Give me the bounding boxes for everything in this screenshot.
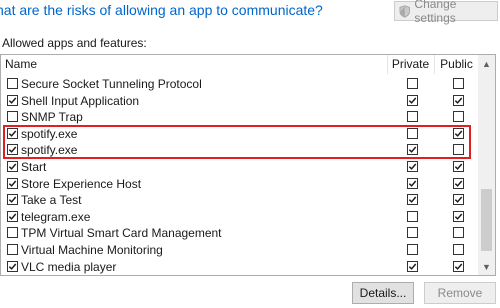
public-checkbox[interactable] <box>453 161 464 172</box>
enabled-checkbox[interactable] <box>7 94 18 106</box>
public-checkbox[interactable] <box>453 144 464 156</box>
public-checkbox[interactable] <box>453 94 464 106</box>
private-checkbox[interactable] <box>407 227 418 239</box>
table-row[interactable]: telegram.exe <box>1 209 479 225</box>
public-checkbox[interactable] <box>453 177 464 189</box>
details-button[interactable]: Details... <box>352 282 414 304</box>
app-name-label: VLC media player <box>21 259 117 274</box>
table-row[interactable]: VLC media player <box>1 259 479 275</box>
private-checkbox[interactable] <box>407 244 418 255</box>
change-settings-button[interactable]: Change settings <box>394 0 498 25</box>
private-checkbox[interactable] <box>407 78 418 89</box>
private-checkbox[interactable] <box>407 194 418 206</box>
private-checkbox[interactable] <box>407 94 418 106</box>
private-checkbox[interactable] <box>407 161 418 172</box>
table-row[interactable]: TPM Virtual Smart Card Management <box>1 225 479 241</box>
table-row[interactable]: SNMP Trap <box>1 109 479 125</box>
public-checkbox[interactable] <box>453 127 464 139</box>
public-checkbox[interactable] <box>453 78 464 89</box>
table-row[interactable]: Start <box>1 159 479 175</box>
enabled-checkbox[interactable] <box>7 78 18 89</box>
app-name-label: TPM Virtual Smart Card Management <box>21 226 222 241</box>
app-name-label: spotify.exe <box>21 143 78 158</box>
app-name-label: Start <box>21 160 47 174</box>
table-row[interactable]: Store Experience Host <box>1 176 479 192</box>
table-row[interactable]: spotify.exe <box>1 142 479 158</box>
public-checkbox[interactable] <box>453 194 464 206</box>
public-checkbox[interactable] <box>453 111 464 123</box>
private-checkbox[interactable] <box>407 177 418 189</box>
table-row[interactable]: Take a Test <box>1 192 479 208</box>
app-name-label: spotify.exe <box>21 126 78 141</box>
enabled-checkbox[interactable] <box>7 227 18 239</box>
enabled-checkbox[interactable] <box>7 177 18 189</box>
column-header-public[interactable]: Public <box>434 55 478 74</box>
private-checkbox[interactable] <box>407 144 418 156</box>
app-name-label: telegram.exe <box>21 209 91 224</box>
enabled-checkbox[interactable] <box>7 161 18 172</box>
enabled-checkbox[interactable] <box>7 194 18 206</box>
private-checkbox[interactable] <box>407 111 418 123</box>
enabled-checkbox[interactable] <box>7 127 18 139</box>
public-checkbox[interactable] <box>453 210 464 222</box>
private-checkbox[interactable] <box>407 210 418 222</box>
public-checkbox[interactable] <box>453 227 464 239</box>
enabled-checkbox[interactable] <box>7 244 18 255</box>
enabled-checkbox[interactable] <box>7 210 18 222</box>
allowed-apps-list[interactable]: Name Private Public Secure Socket Tunnel… <box>0 54 496 276</box>
vertical-scrollbar[interactable]: ▲ ▼ <box>478 55 495 275</box>
app-name-label: SNMP Trap <box>21 110 83 125</box>
table-row[interactable]: Virtual Machine Monitoring <box>1 242 479 258</box>
scroll-thumb[interactable] <box>481 189 492 251</box>
enabled-checkbox[interactable] <box>7 111 18 123</box>
enabled-checkbox[interactable] <box>7 144 18 156</box>
allowed-apps-label: Allowed apps and features: <box>2 36 147 50</box>
app-name-label: Shell Input Application <box>21 93 140 108</box>
scroll-up-arrow-icon[interactable]: ▲ <box>478 55 495 72</box>
private-checkbox[interactable] <box>407 260 418 272</box>
app-name-label: Take a Test <box>21 193 82 208</box>
remove-button[interactable]: Remove <box>424 282 496 304</box>
app-name-label: Secure Socket Tunneling Protocol <box>21 77 202 91</box>
column-header-name[interactable]: Name <box>5 55 385 74</box>
risks-help-link[interactable]: hat are the risks of allowing an app to … <box>0 2 323 18</box>
table-row[interactable]: Secure Socket Tunneling Protocol <box>1 76 479 92</box>
table-row[interactable]: spotify.exe <box>1 126 479 142</box>
uac-shield-icon <box>399 4 410 18</box>
private-checkbox[interactable] <box>407 127 418 139</box>
app-name-label: Virtual Machine Monitoring <box>21 243 163 257</box>
public-checkbox[interactable] <box>453 260 464 272</box>
change-settings-label: Change settings <box>414 0 457 25</box>
scroll-down-arrow-icon[interactable]: ▼ <box>478 258 495 275</box>
table-row[interactable]: Shell Input Application <box>1 93 479 109</box>
column-header-private[interactable]: Private <box>387 55 433 74</box>
public-checkbox[interactable] <box>453 244 464 255</box>
app-name-label: Store Experience Host <box>21 176 142 191</box>
enabled-checkbox[interactable] <box>7 260 18 272</box>
